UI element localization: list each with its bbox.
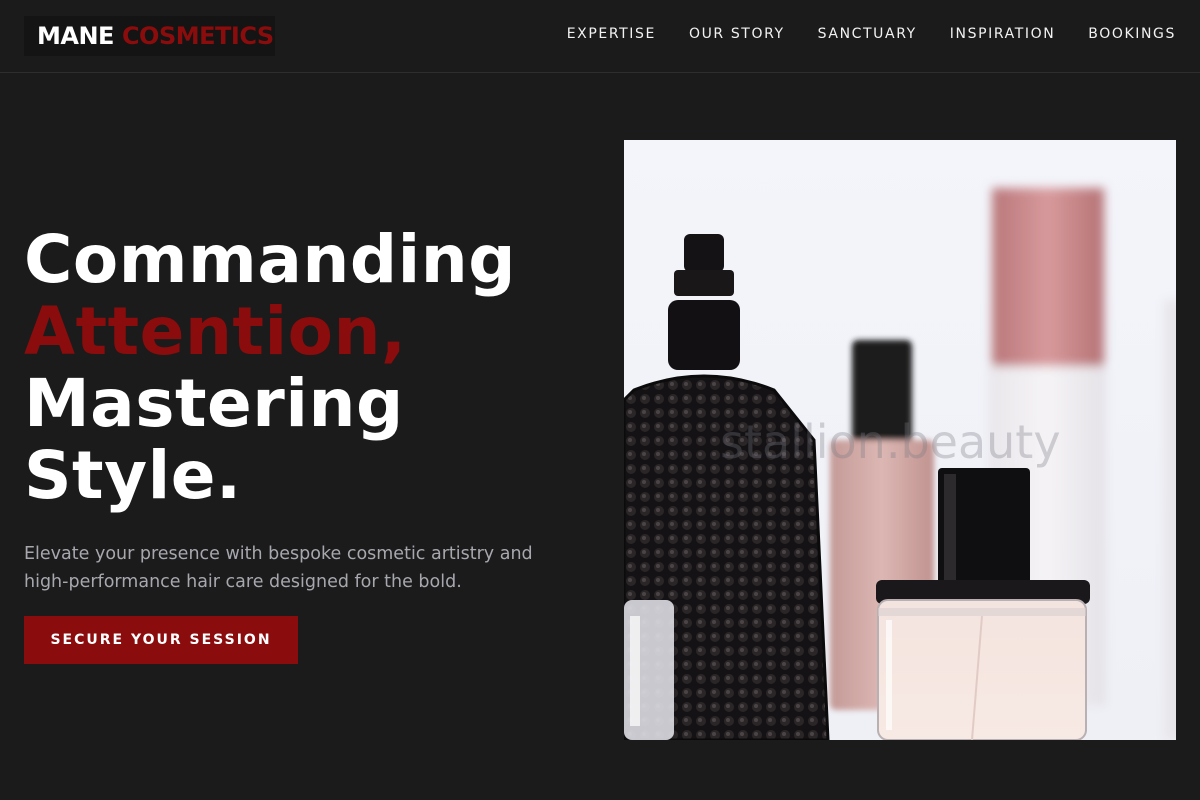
nav-item-sanctuary[interactable]: SANCTUARY [818,26,917,42]
hero-subtext: Elevate your presence with bespoke cosme… [24,544,533,592]
nav-item-bookings[interactable]: BOOKINGS [1088,26,1176,42]
main-nav: EXPERTISE OUR STORY SANCTUARY INSPIRATIO… [567,26,1176,42]
nav-item-inspiration[interactable]: INSPIRATION [950,26,1055,42]
headline-line-1: Commanding [24,221,516,298]
secure-session-button[interactable]: SECURE YOUR SESSION [24,616,298,664]
nav-item-expertise[interactable]: EXPERTISE [567,26,656,42]
hero-image: stallion.beauty [624,140,1176,740]
brand-name-accent: COSMETICS [121,22,274,50]
perfume-bottles-illustration: stallion.beauty [624,140,1176,740]
nav-item-our-story[interactable]: OUR STORY [689,26,785,42]
headline-line-3: Mastering [24,365,404,442]
headline-line-2: Attention, [24,293,407,370]
site-header: MANE COSMETICS EXPERTISE OUR STORY SANCT… [0,0,1200,73]
image-watermark: stallion.beauty [720,415,1061,469]
hero-headline: Commanding Attention, Mastering Style. [24,224,516,512]
headline-line-4: Style. [24,437,242,514]
brand-name: MANE [37,22,114,50]
brand-logo[interactable]: MANE COSMETICS [24,16,275,56]
